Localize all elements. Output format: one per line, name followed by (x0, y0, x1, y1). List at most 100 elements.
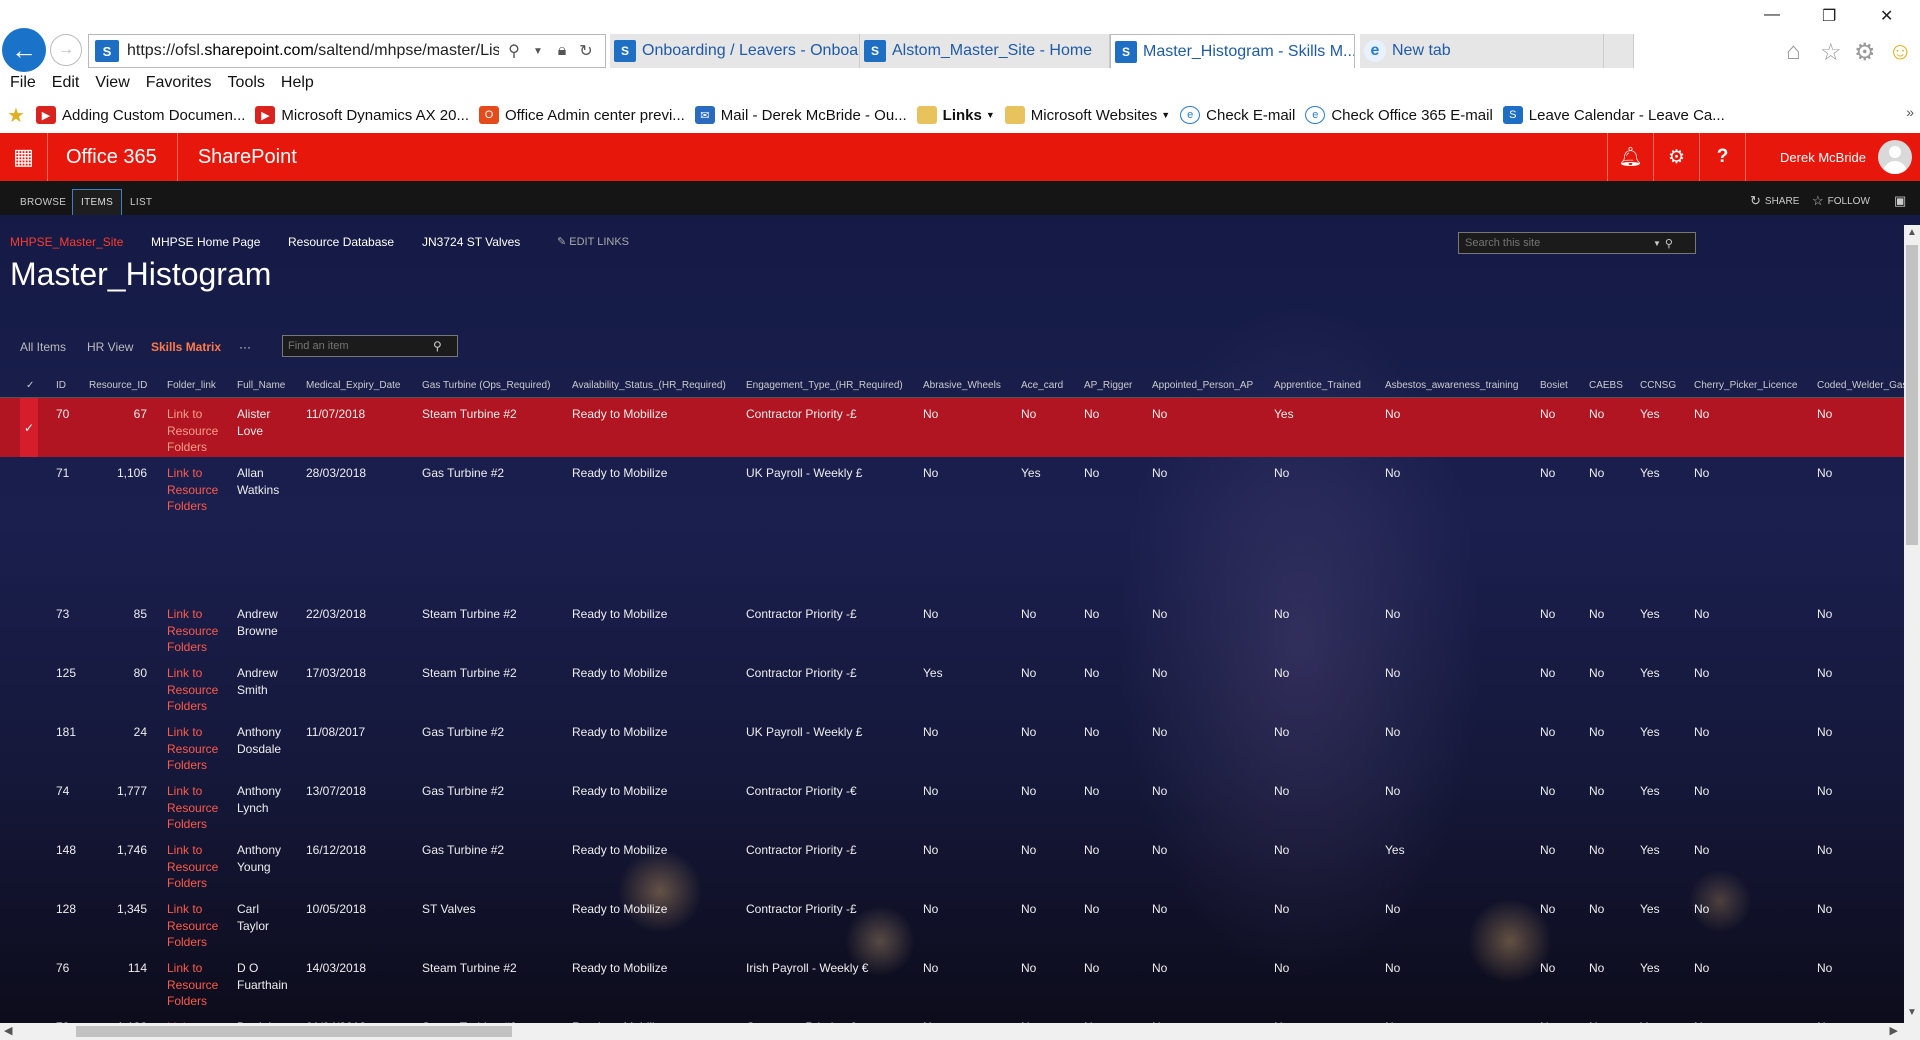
search-input[interactable] (1459, 237, 1649, 249)
scroll-right-icon[interactable]: ▶ (1890, 1024, 1898, 1037)
table-row[interactable]: 74 1,777 Link to Resource Folders Anthony Ly… (0, 775, 1905, 834)
follow-button[interactable]: ☆ FOLLOW (1812, 193, 1870, 209)
tab-items[interactable]: ITEMS (72, 189, 123, 215)
horizontal-scrollbar[interactable]: ◀ ▶ (0, 1023, 1920, 1040)
medical-expiry-column-header[interactable]: Medical_Expiry_Date (306, 380, 401, 391)
forward-button[interactable]: → (50, 34, 82, 66)
site-link[interactable]: MHPSE_Master_Site (10, 235, 123, 249)
menu-help[interactable]: Help (281, 74, 314, 96)
id-column-header[interactable]: ID (56, 380, 66, 391)
table-row[interactable]: 781,132Link to Resource FoldersDaniel01/… (0, 1011, 1905, 1023)
full-name-column-header[interactable]: Full_Name (237, 380, 285, 391)
favorite-link[interactable]: O Office Admin center previ... (478, 106, 685, 124)
folder-link[interactable]: Link to Resource Folders (167, 465, 227, 515)
view-all-items[interactable]: All Items (20, 340, 66, 354)
scrollbar-thumb[interactable] (76, 1026, 512, 1037)
tab-new-tab[interactable]: e New tab (1360, 34, 1604, 68)
table-row[interactable]: 76 114 Link to Resource Folders D O Fuarthai… (0, 952, 1905, 1011)
tab-master-histogram[interactable]: S Master_Histogram - Skills M... ✕ (1110, 34, 1355, 68)
menu-file[interactable]: File (10, 74, 36, 96)
gas-turbine-column-header[interactable]: Gas Turbine (Ops_Required) (422, 380, 550, 391)
dropdown-arrow-icon[interactable]: ▼ (529, 46, 547, 57)
folder-link-column-header[interactable]: Folder_link (167, 380, 216, 391)
tab-browse[interactable]: BROWSE (12, 189, 74, 215)
availability-status-column-header[interactable]: Availability_Status_(HR_Required) (572, 380, 726, 391)
close-window-icon[interactable]: ✕ (1880, 6, 1893, 26)
bosiet-column-header[interactable]: Bosiet (1540, 380, 1568, 391)
find-item-box[interactable]: ⚲ (282, 335, 458, 357)
avatar[interactable] (1878, 140, 1912, 174)
vertical-scrollbar[interactable]: ▲ ▼ (1904, 225, 1920, 1025)
view-skills-matrix[interactable]: Skills Matrix (151, 340, 221, 354)
search-site-box[interactable]: ▼ ⚲ (1458, 232, 1696, 254)
engagement-type-column-header[interactable]: Engagement_Type_(HR_Required) (746, 380, 903, 391)
ace-card-column-header[interactable]: Ace_card (1021, 380, 1063, 391)
nav-jn3724-st-valves[interactable]: JN3724 ST Valves (422, 235, 520, 249)
abrasive-wheels-column-header[interactable]: Abrasive_Wheels (923, 380, 1001, 391)
folder-link[interactable]: Link to Resource Folders (167, 960, 227, 1010)
sharepoint-app-title[interactable]: SharePoint (178, 146, 297, 169)
settings-gear-icon[interactable]: ⚙ (1854, 38, 1876, 67)
appointed-person-column-header[interactable]: Appointed_Person_AP (1152, 380, 1253, 391)
new-tab-button[interactable] (1604, 34, 1634, 68)
menu-favorites[interactable]: Favorites (146, 74, 212, 96)
lock-icon[interactable]: 🔒︎ (553, 42, 571, 60)
help-question-icon[interactable]: ? (1699, 133, 1745, 181)
table-row[interactable]: 181 24 Link to Resource Folders Anthony Dosd… (0, 716, 1905, 775)
bell-notifications-icon[interactable]: 🔔︎ (1607, 133, 1653, 181)
table-row[interactable]: 148 1,746 Link to Resource Folders Anthony Y… (0, 834, 1905, 893)
coded-welder-column-header[interactable]: Coded_Welder_Gas (1817, 380, 1907, 391)
scroll-up-icon[interactable]: ▲ (1904, 227, 1920, 243)
add-favorite-star-icon[interactable]: ★ (6, 105, 32, 127)
url-text[interactable]: https://ofsl.sharepoint.com/saltend/mhps… (127, 42, 499, 60)
search-icon[interactable]: ⚲ (433, 339, 442, 353)
refresh-icon[interactable]: ↻ (577, 41, 595, 61)
favorite-link[interactable]: ▶ Adding Custom Documen... (36, 106, 245, 124)
more-views-ellipsis-icon[interactable]: ··· (239, 340, 251, 354)
restore-icon[interactable]: ❐ (1822, 6, 1836, 26)
focus-content-icon[interactable]: ▣ (1894, 193, 1906, 209)
smiley-feedback-icon[interactable]: ☺ (1888, 38, 1913, 66)
favorite-folder-links[interactable]: Links ▼ (916, 106, 995, 124)
home-icon[interactable]: ⌂ (1786, 38, 1801, 66)
gear-settings-icon[interactable]: ⚙ (1653, 133, 1699, 181)
folder-link[interactable]: Link to Resource Folders (167, 665, 227, 715)
folder-link[interactable]: Link to Resource Folders (167, 901, 227, 951)
menu-edit[interactable]: Edit (52, 74, 80, 96)
favorite-folder-microsoft-websites[interactable]: Microsoft Websites ▼ (1004, 106, 1170, 124)
apprentice-trained-column-header[interactable]: Apprentice_Trained (1274, 380, 1361, 391)
folder-link[interactable]: Link to Resource Folders (167, 606, 227, 656)
table-row[interactable]: 70 67 Link to Resource Folders Alister Love 1… (0, 398, 1905, 457)
user-name[interactable]: Derek McBride (1745, 133, 1872, 181)
view-hr-view[interactable]: HR View (87, 340, 133, 354)
tab-onboarding[interactable]: S Onboarding / Leavers - Onboa... (610, 34, 860, 68)
favorites-star-icon[interactable]: ☆ (1820, 38, 1842, 67)
table-row[interactable]: 73 85 Link to Resource Folders Andrew Browne… (0, 598, 1905, 657)
menu-view[interactable]: View (95, 74, 129, 96)
table-row[interactable]: 71 1,106 Link to Resource Folders Allan Watk… (0, 457, 1905, 598)
favorite-link[interactable]: ✉ Mail - Derek McBride - Ou... (694, 106, 907, 124)
edit-links-button[interactable]: ✎ EDIT LINKS (557, 235, 629, 248)
favorite-link[interactable]: ▶ Microsoft Dynamics AX 20... (255, 106, 469, 124)
search-icon[interactable]: ⚲ (1665, 237, 1673, 250)
row-selected-checkmark-icon[interactable]: ✓ (20, 398, 38, 457)
ap-rigger-column-header[interactable]: AP_Rigger (1084, 380, 1132, 391)
folder-link[interactable]: Link to Resource Folders (167, 406, 227, 456)
folder-link[interactable]: Link to Resource Folders (167, 842, 227, 892)
minimize-icon[interactable]: — (1764, 6, 1780, 24)
search-icon[interactable]: ⚲ (505, 41, 523, 61)
table-row[interactable]: 128 1,345 Link to Resource Folders Carl Tayl… (0, 893, 1905, 952)
address-bar[interactable]: S https://ofsl.sharepoint.com/saltend/mh… (88, 34, 606, 68)
menu-tools[interactable]: Tools (228, 74, 265, 96)
office-365-brand[interactable]: Office 365 (48, 133, 178, 181)
favorite-link[interactable]: e Check Office 365 E-mail (1305, 106, 1493, 124)
favorite-link[interactable]: S Leave Calendar - Leave Ca... (1502, 106, 1725, 124)
scroll-down-icon[interactable]: ▼ (1904, 1007, 1920, 1023)
back-button[interactable]: ← (2, 28, 46, 72)
resource-id-column-header[interactable]: Resource_ID (89, 380, 147, 391)
folder-link[interactable]: Link to Resource Folders (167, 783, 227, 833)
scrollbar-thumb[interactable] (1906, 245, 1918, 545)
asbestos-training-column-header[interactable]: Asbestos_awareness_training (1385, 380, 1518, 391)
select-all-checkmark-icon[interactable]: ✓ (26, 380, 34, 391)
find-item-input[interactable] (283, 340, 433, 352)
